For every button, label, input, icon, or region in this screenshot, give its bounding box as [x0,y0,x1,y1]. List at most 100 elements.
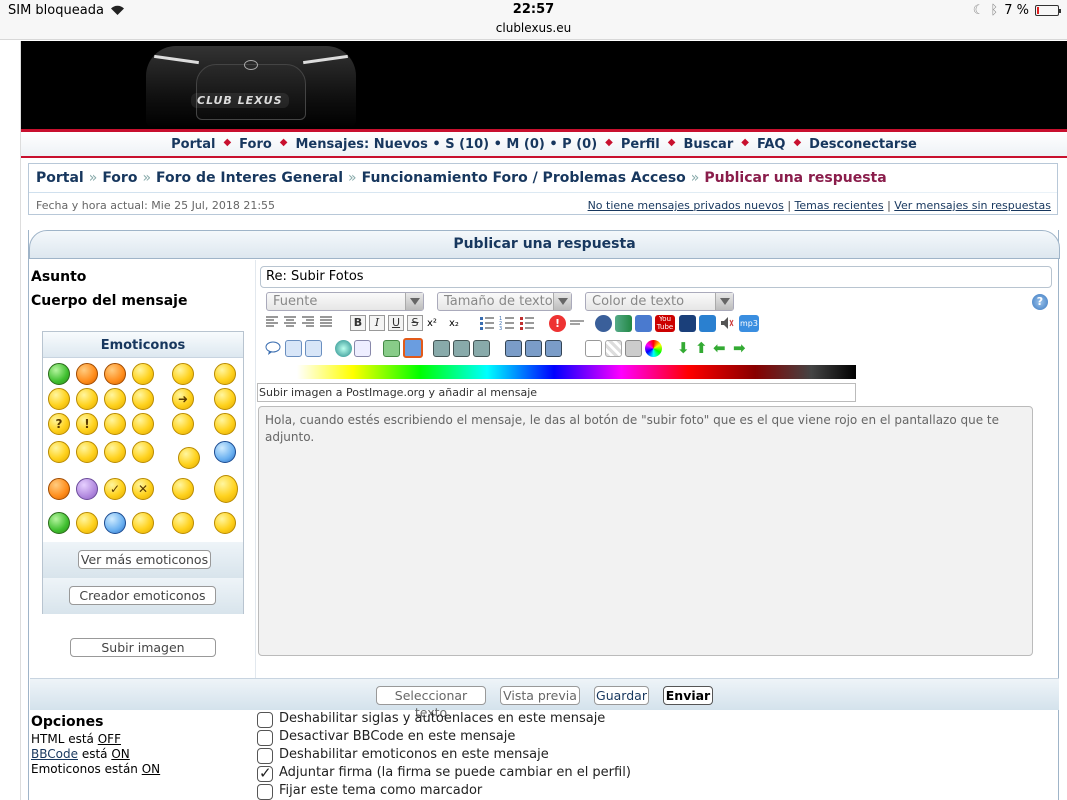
option-label[interactable]: Adjuntar firma (la firma se puede cambia… [279,765,631,780]
emoticon-smile-icon[interactable] [104,388,126,410]
image-center-icon[interactable] [453,340,470,357]
emoticon-eek-icon[interactable] [132,441,154,463]
page-url[interactable]: clublexus.eu [0,21,1067,35]
site-banner[interactable]: CLUB LEXUS [21,41,1067,129]
align-justify-icon[interactable] [319,315,336,332]
breadcrumb-forum-problems[interactable]: Funcionamiento Foro / Problemas Acceso [362,170,686,186]
align-right-icon[interactable] [301,315,318,332]
help-icon[interactable]: ? [1032,294,1048,310]
hr-icon[interactable] [569,315,586,332]
emoticon-hat-icon[interactable] [104,512,126,534]
emoticon-rolleyes-icon[interactable] [172,413,194,435]
background-icon[interactable] [605,340,622,357]
list-icon[interactable] [479,315,496,332]
breadcrumb-general-forum[interactable]: Foro de Interes General [156,170,343,186]
box-icon[interactable] [585,340,602,357]
image-right-icon[interactable] [473,340,490,357]
size-select[interactable]: Tamaño de texto [437,292,572,311]
media-left-icon[interactable] [505,340,522,357]
emoticon-graduate-icon[interactable] [214,512,236,534]
emoticon-shocked-icon[interactable] [214,363,236,385]
send-button[interactable]: Enviar [663,686,713,705]
emoticon-cross-icon[interactable]: ✕ [132,478,154,500]
media-center-icon[interactable] [525,340,542,357]
bold-button[interactable]: B [350,315,366,331]
option-checkbox[interactable] [257,748,273,764]
save-button[interactable]: Guardar [594,686,649,705]
align-center-icon[interactable] [283,315,300,332]
font-select[interactable]: Fuente [266,292,424,311]
mp3-icon[interactable]: mp3 [739,315,759,332]
emoticon-wink-icon[interactable] [214,413,236,435]
emoticon-sad-icon[interactable] [132,363,154,385]
emoticon-evil-icon[interactable] [76,363,98,385]
nav-search[interactable]: Buscar [683,137,733,152]
film-icon[interactable] [615,315,632,332]
nav-forum[interactable]: Foro [239,137,272,152]
emoticon-mask-icon[interactable] [48,512,70,534]
emoticon-exclaim-icon[interactable]: ! [76,413,98,435]
youtube-icon[interactable]: You Tube [655,315,675,332]
arrow-down-icon[interactable]: ⬇ [677,340,694,357]
emoticon-razz-icon[interactable] [132,413,154,435]
nav-logout[interactable]: Desconectarse [809,137,917,152]
layers-icon[interactable] [625,340,642,357]
image-icon[interactable] [383,340,400,357]
emoticon-mad-icon[interactable] [76,388,98,410]
emoticon-cool-icon[interactable] [76,441,98,463]
message-textarea[interactable]: Hola, cuando estés escribiendo el mensaj… [258,406,1033,656]
select-text-button[interactable]: Seleccionar texto [376,686,486,720]
upload-photo-icon[interactable] [403,338,423,358]
italic-button[interactable]: I [369,315,385,331]
emoticon-surprised-icon[interactable] [172,363,194,385]
strike-button[interactable]: S [407,315,423,331]
emoticon-happy-icon[interactable] [132,388,154,410]
option-label[interactable]: Deshabilitar emoticonos en este mensaje [279,747,549,762]
media-right-icon[interactable] [545,340,562,357]
nav-messages[interactable]: Mensajes: Nuevos • S (10) • M (0) • P (0… [296,137,598,152]
emoticon-question-icon[interactable]: ? [48,413,70,435]
sound-icon[interactable] [719,315,736,332]
breadcrumb-forum[interactable]: Foro [102,170,137,186]
dailymotion-icon[interactable] [679,315,696,332]
emoticon-grin-icon[interactable] [48,363,70,385]
color-palette[interactable] [297,365,856,379]
email-icon[interactable] [354,340,371,357]
nav-faq[interactable]: FAQ [757,137,786,152]
quicktime-icon[interactable] [699,315,716,332]
option-label[interactable]: Desactivar BBCode en este mensaje [279,729,515,744]
emoticon-bobby-icon[interactable] [214,475,238,503]
underline-button[interactable]: U [388,315,404,331]
option-checkbox[interactable] [257,730,273,746]
postimage-upload-link[interactable]: Subir imagen a PostImage.org y añadir al… [257,383,856,402]
emoticon-neutral-icon[interactable] [104,413,126,435]
subscript-button[interactable]: x₂ [449,315,466,332]
url-icon[interactable] [335,340,352,357]
link-recent-topics[interactable]: Temas recientes [795,199,884,212]
preview-button[interactable]: Vista previa [500,686,580,705]
subject-input[interactable]: Re: Subir Fotos [260,266,1052,288]
color-wheel-icon[interactable] [645,340,662,357]
bbcode-link[interactable]: BBCode [31,747,78,761]
nav-profile[interactable]: Perfil [621,137,660,152]
list-item-icon[interactable] [519,315,536,332]
superscript-button[interactable]: x² [427,315,444,332]
emoticon-blue-grin-icon[interactable] [214,441,236,463]
emoticon-kiss-icon[interactable] [172,512,194,534]
option-checkbox[interactable] [257,784,273,800]
more-emoticons-button[interactable]: Ver más emoticonos [78,550,211,569]
emoticon-laugh-icon[interactable] [178,447,200,469]
option-label[interactable]: Deshabilitar siglas y autoenlaces en est… [279,711,605,726]
align-left-icon[interactable] [265,315,282,332]
emoticon-check-icon[interactable]: ✓ [104,478,126,500]
numbered-list-icon[interactable]: 123 [499,315,516,332]
emoticon-devil-icon[interactable] [104,363,126,385]
color-select[interactable]: Color de texto [585,292,734,311]
emoticon-angry-icon[interactable] [48,388,70,410]
flash-icon[interactable] [595,315,612,332]
quote-icon[interactable] [265,340,282,357]
breadcrumb-current[interactable]: Publicar una respuesta [704,170,886,186]
image-left-icon[interactable] [433,340,450,357]
emoticon-idea-icon[interactable] [214,388,236,410]
breadcrumb-portal[interactable]: Portal [36,170,84,186]
